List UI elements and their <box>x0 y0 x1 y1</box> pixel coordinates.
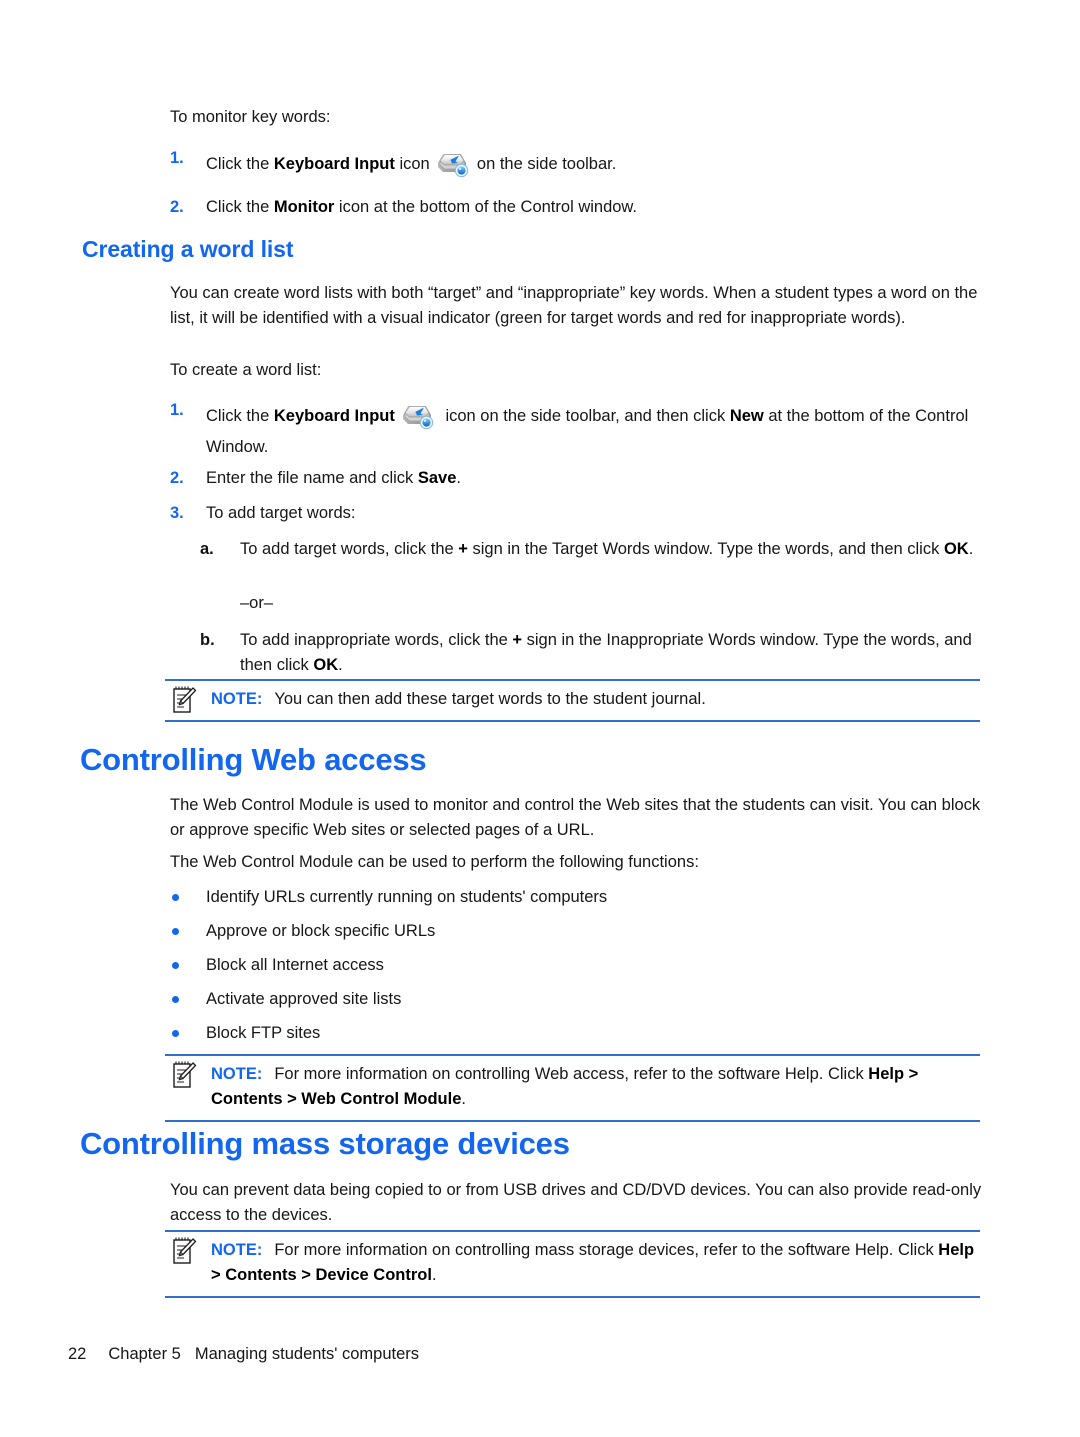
list-item: Activate approved site lists <box>170 987 982 1012</box>
step-text-mid: icon <box>394 155 435 173</box>
bullet-icon <box>172 962 179 969</box>
list-item: 1. Click the Keyboard Input icon on the … <box>170 398 982 463</box>
note-text-1: For more information on controlling mass… <box>274 1241 939 1259</box>
intro-line-text: To monitor key words: <box>170 108 331 126</box>
list-marker: 1. <box>170 401 184 419</box>
note-text-2: . <box>431 1266 437 1284</box>
step-text-post: on the side toolbar. <box>472 155 617 173</box>
note-icon <box>171 1236 197 1266</box>
list-item: 2. Click the Monitor icon at the bottom … <box>170 195 982 220</box>
step-bold-new: New <box>729 407 764 425</box>
list-item-body: Click the Monitor icon at the bottom of … <box>206 195 982 220</box>
sub-list-item: a. To add target words, click the + sign… <box>200 537 986 562</box>
substep-bold-ok: OK <box>943 540 969 558</box>
bullet-icon <box>172 996 179 1003</box>
substep-bold-plus: + <box>458 540 468 558</box>
bullet-text: Block all Internet access <box>206 956 384 974</box>
section-heading-creating-a-word-list: Creating a word list <box>82 236 294 262</box>
step-text-2: . <box>456 469 461 487</box>
footer-page-number: 22 <box>68 1345 87 1363</box>
list-item: 1. Click the Keyboard Input icon on the … <box>170 146 982 180</box>
substep-text-1: To add target words, click the <box>240 540 459 558</box>
sub-list-item-body: To add inappropriate words, click the + … <box>240 628 986 678</box>
paragraph-web-module-intro: The Web Control Module is used to monito… <box>170 796 981 839</box>
note-text-2: . <box>461 1090 466 1108</box>
substep-bold-ok: OK <box>313 656 339 674</box>
note-content: NOTE: For more information on controlling… <box>165 1236 980 1288</box>
list-item: 2. Enter the file name and click Save. <box>170 466 982 491</box>
step-text-1: Click the <box>206 407 274 425</box>
bullet-icon <box>172 1030 179 1037</box>
list-marker: 1. <box>170 149 184 167</box>
step-bold-save: Save <box>417 469 457 487</box>
list-item: Identify URLs currently running on stude… <box>170 885 982 910</box>
note-box: NOTE: For more information on controlling… <box>165 1054 980 1122</box>
bullet-text: Identify URLs currently running on stude… <box>206 888 608 906</box>
paragraph-mass-storage: You can prevent data being copied to or … <box>170 1181 982 1224</box>
list-item: 3. To add target words: <box>170 501 982 526</box>
list-item: Approve or block specific URLs <box>170 919 982 944</box>
step-bold-keyboard-input: Keyboard Input <box>273 155 395 173</box>
or-separator-text: –or– <box>240 594 274 612</box>
substep-text-3: . <box>338 656 343 674</box>
note-content: NOTE: For more information on controlling… <box>165 1060 980 1112</box>
step-text-mid: icon at the bottom of the Control window… <box>334 198 638 216</box>
list-item-body: Click the Keyboard Input icon on the sid… <box>206 398 982 463</box>
note-label: NOTE: <box>211 1065 263 1083</box>
document-page: To monitor key words: 1. Click the Keybo… <box>0 0 1080 1437</box>
list-marker: 2. <box>170 198 184 216</box>
substep-text-3: . <box>968 540 974 558</box>
list-marker: 3. <box>170 504 184 522</box>
sub-list-marker: b. <box>200 631 215 649</box>
paragraph-web-module-functions: The Web Control Module can be used to pe… <box>170 853 699 871</box>
sub-list-marker: a. <box>200 540 214 558</box>
note-icon <box>171 685 197 715</box>
bullet-text: Block FTP sites <box>206 1024 321 1042</box>
list-item-body: To add target words: <box>206 501 982 526</box>
or-separator: –or– <box>200 591 986 616</box>
substep-text-2: sign in the Target Words window. Type th… <box>467 540 944 558</box>
note-label: NOTE: <box>211 1241 263 1259</box>
list-item-body: Enter the file name and click Save. <box>206 466 982 491</box>
substep-bold-plus: + <box>512 631 523 649</box>
step-text-1: Enter the file name and click <box>206 469 418 487</box>
sub-list-item-body: To add target words, click the + sign in… <box>240 537 986 562</box>
step-bold-monitor: Monitor <box>273 198 335 216</box>
section-heading-controlling-mass-storage-devices: Controlling mass storage devices <box>80 1126 570 1161</box>
note-box: NOTE: For more information on controlling… <box>165 1230 980 1298</box>
list-item-body: Click the Keyboard Input icon on the sid… <box>206 146 982 180</box>
step-text-pre: Click the <box>206 198 274 216</box>
footer-title: Managing students' computers <box>194 1345 420 1363</box>
note-content: NOTE: You can then add these target words… <box>165 685 980 715</box>
bullet-icon <box>172 928 179 935</box>
keyboard-input-icon <box>399 398 437 432</box>
page-footer: 22 Chapter 5 Managing students' computers <box>68 1345 419 1364</box>
lead-in-create-word-list: To create a word list: <box>170 361 322 379</box>
list-item: Block all Internet access <box>170 953 982 978</box>
step-text-1: To add target words: <box>206 504 356 522</box>
step-text-pre: Click the <box>206 155 274 173</box>
keyboard-input-icon <box>434 146 472 180</box>
note-icon <box>171 1060 197 1090</box>
note-text: You can then add these target words to t… <box>274 690 706 708</box>
bullet-icon <box>172 894 179 901</box>
note-label: NOTE: <box>211 690 263 708</box>
note-box: NOTE: You can then add these target words… <box>165 679 980 722</box>
list-marker: 2. <box>170 469 184 487</box>
note-text-1: For more information on controlling Web … <box>274 1065 869 1083</box>
intro-line: To monitor key words: <box>170 105 982 130</box>
substep-text-1: To add inappropriate words, click the <box>240 631 513 649</box>
list-item: Block FTP sites <box>170 1021 982 1046</box>
paragraph-word-list-intro: You can create word lists with both “tar… <box>170 284 978 327</box>
bullet-text: Activate approved site lists <box>206 990 402 1008</box>
step-bold-keyboard-input: Keyboard Input <box>273 407 395 425</box>
section-heading-controlling-web-access: Controlling Web access <box>80 742 427 777</box>
sub-list-item: b. To add inappropriate words, click the… <box>200 628 986 678</box>
bullet-text: Approve or block specific URLs <box>206 922 436 940</box>
footer-chapter: Chapter 5 <box>108 1345 181 1363</box>
step-text-2: icon on the side toolbar, and then click <box>440 407 730 425</box>
